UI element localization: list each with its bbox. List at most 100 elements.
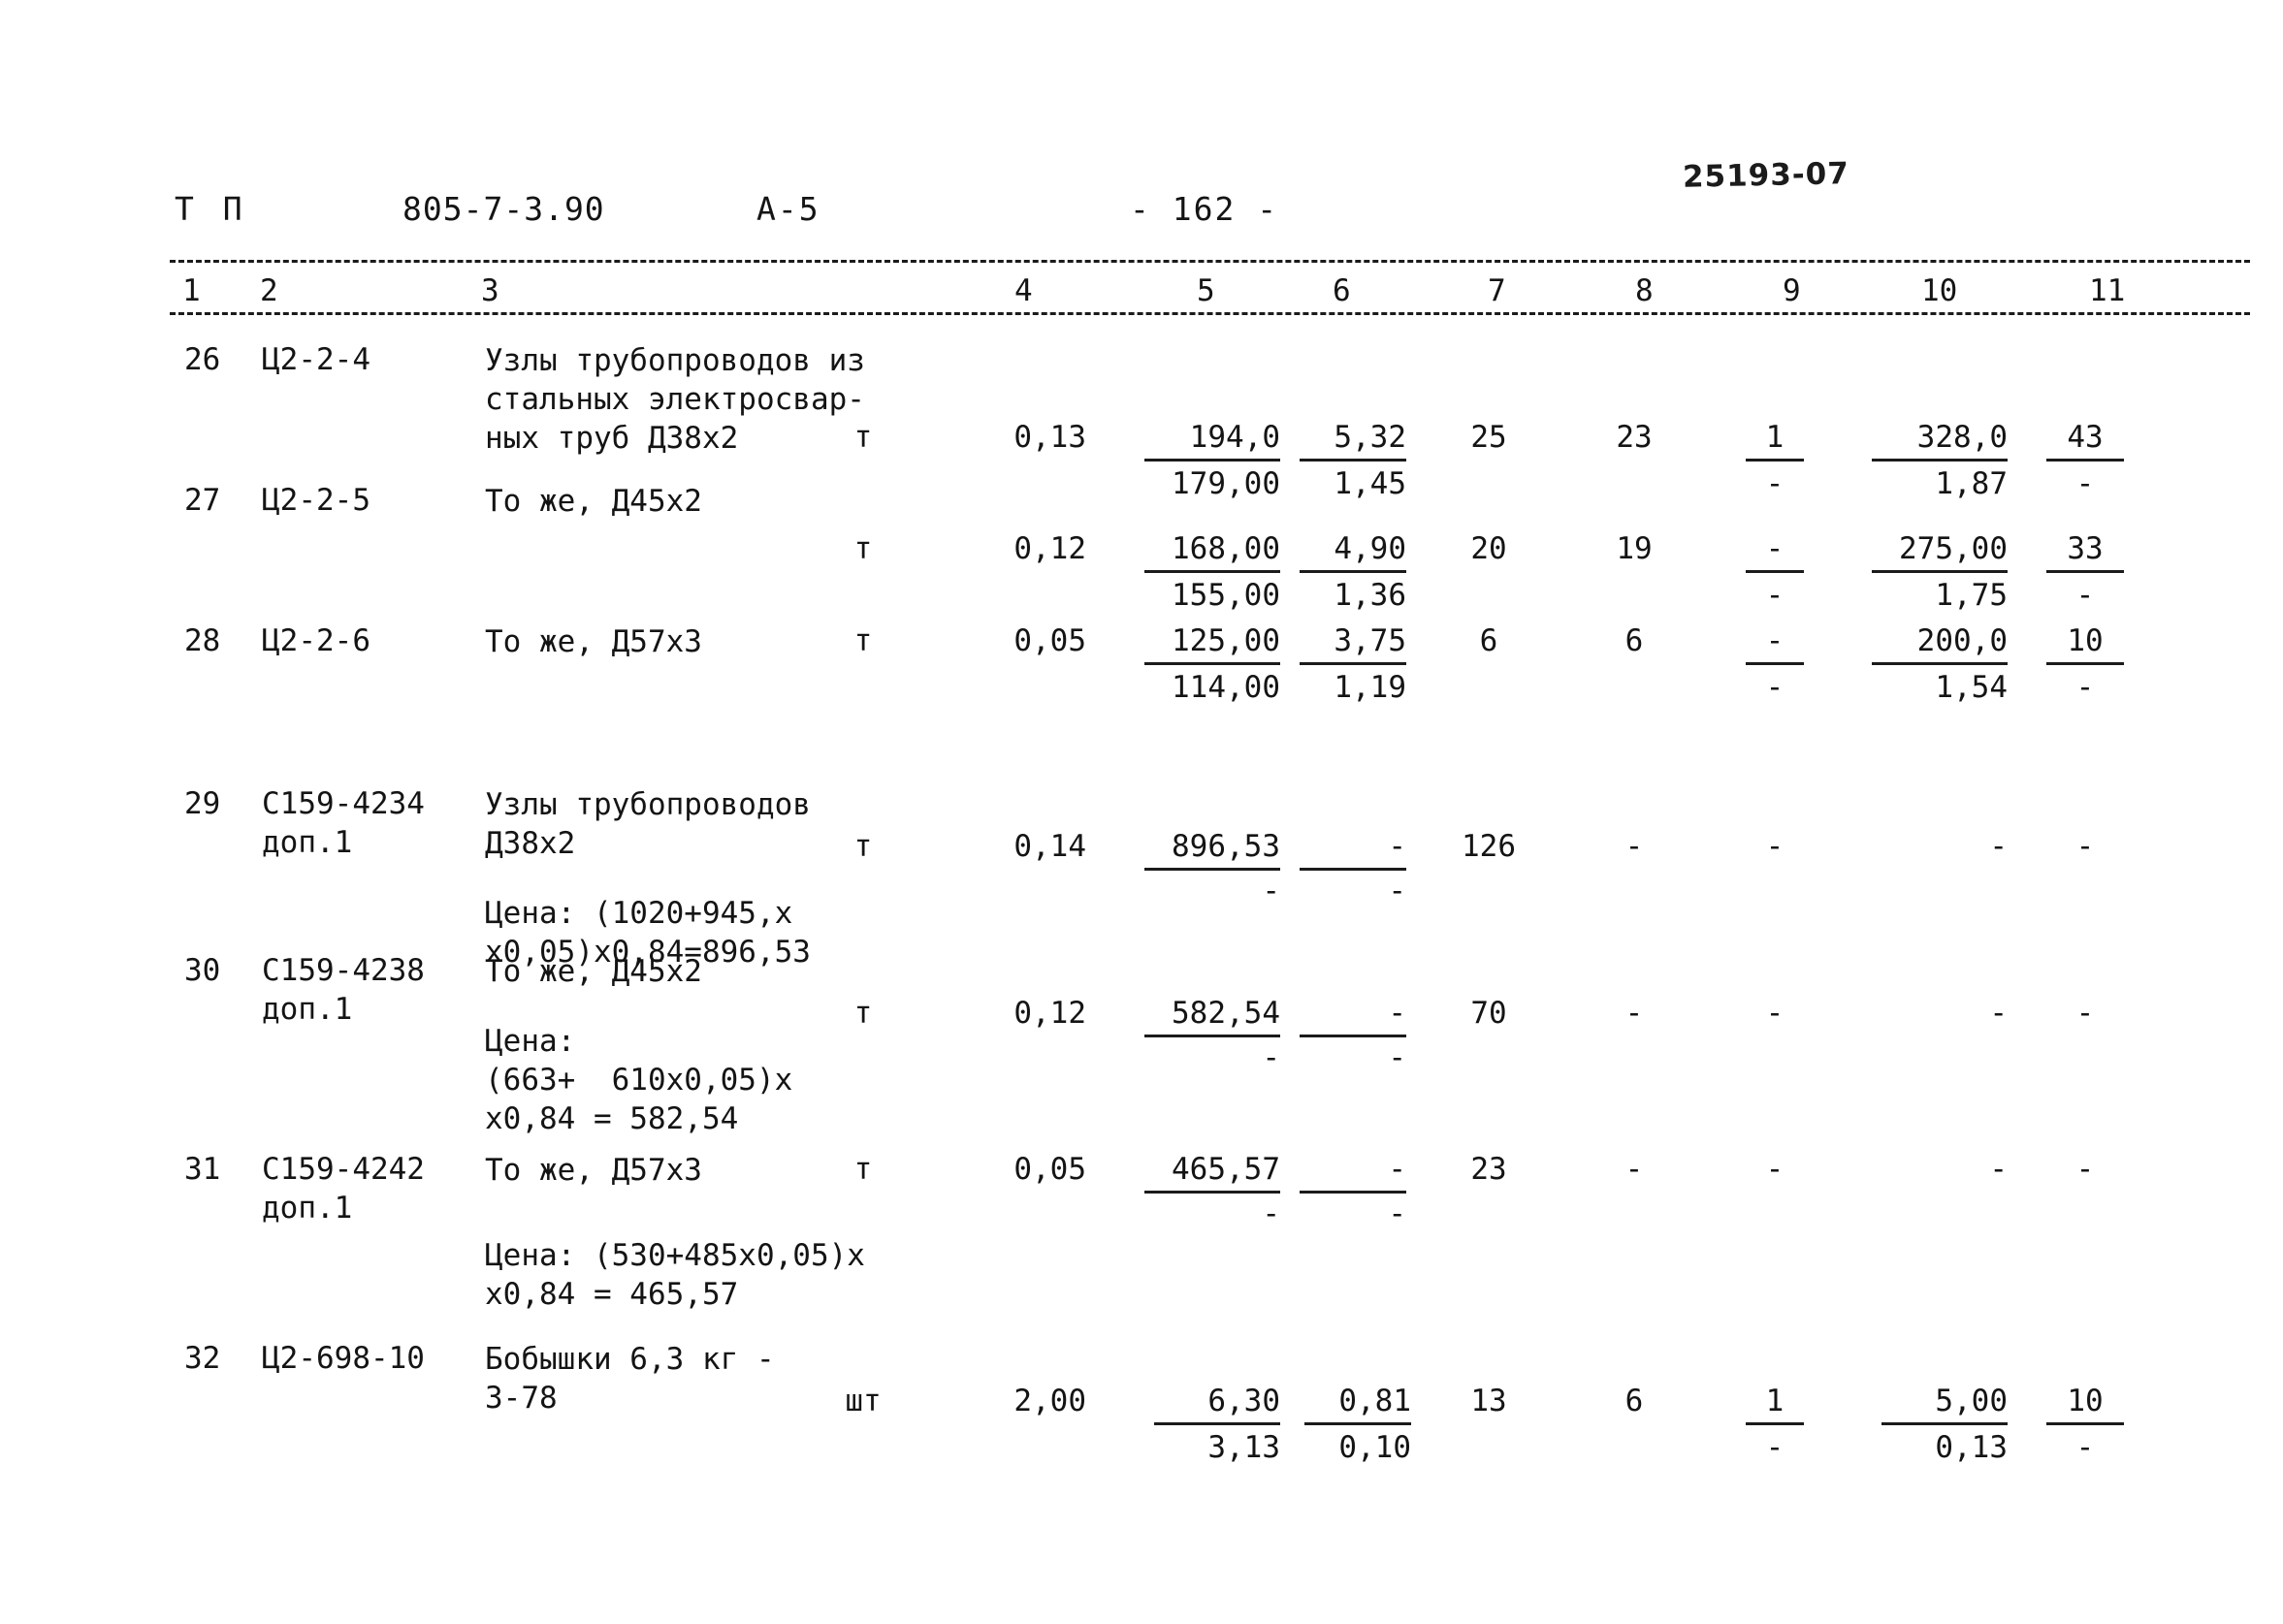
col10-top: - xyxy=(1989,829,2008,864)
column-number-row: 1 2 3 4 5 6 7 8 9 10 11 xyxy=(0,273,2283,312)
quantity: 0,12 xyxy=(1013,996,1086,1031)
price-formula-note: Цена: (663+ 610х0,05)х х0,84 = 582,54 xyxy=(485,1024,793,1136)
unit: т xyxy=(853,420,873,455)
col8-value: - xyxy=(1624,996,1644,1031)
col5-unit-price: 582,54 xyxy=(1144,995,1280,1037)
col6-unit-labor: 5,32 xyxy=(1300,419,1406,462)
row-number: 28 xyxy=(184,623,221,658)
col8-value: - xyxy=(1624,1152,1644,1187)
col11-top: 10 xyxy=(2046,1383,2124,1425)
col5-unit-price: 168,00 xyxy=(1144,530,1280,573)
unit: т xyxy=(853,996,873,1031)
col5-total-price: - xyxy=(1262,874,1280,908)
col10-top: - xyxy=(1989,1152,2008,1187)
column-number-10: 10 xyxy=(1915,273,1964,308)
col10-top: 275,00 xyxy=(1872,530,2008,573)
col7-value: 20 xyxy=(1470,531,1507,566)
quantity: 0,14 xyxy=(1013,829,1086,864)
col10-top: 5,00 xyxy=(1881,1383,2008,1425)
item-description: Бобышки 6,3 кг - 3-78 xyxy=(485,1342,775,1416)
table-row: 31 С159-4242 доп.1 То же, Д57х3 Цена: (5… xyxy=(0,1151,2283,1340)
quantity: 2,00 xyxy=(1013,1384,1086,1418)
row-number: 30 xyxy=(184,953,221,988)
column-number-8: 8 xyxy=(1629,273,1659,308)
col8-value: 23 xyxy=(1616,420,1653,455)
document-page: Т П 805-7-3.90 А-5 - 162 - 25193-07 1 2 … xyxy=(0,0,2283,1624)
col11-bottom: - xyxy=(2075,1430,2095,1465)
col5-total-price: - xyxy=(1262,1196,1280,1231)
archive-stamp: 25193-07 xyxy=(1682,156,1850,195)
table-row: 30 С159-4238 доп.1 То же, Д45х2 Цена: (6… xyxy=(0,952,2283,1151)
row-number: 32 xyxy=(184,1341,221,1376)
item-code: Ц2-2-6 xyxy=(262,623,370,658)
doc-code: 805-7-3.90 xyxy=(402,190,605,228)
col7-value: 126 xyxy=(1462,829,1516,864)
col6-total-labor: - xyxy=(1388,1040,1406,1075)
col11-top: - xyxy=(2075,1152,2095,1187)
col5-unit-price: 465,57 xyxy=(1144,1151,1280,1194)
col8-value: - xyxy=(1624,829,1644,864)
unit: т xyxy=(853,1152,873,1187)
column-number-9: 9 xyxy=(1777,273,1807,308)
table-row: 26 Ц2-2-4 Узлы трубопроводов из стальных… xyxy=(0,341,2283,501)
col10-top: - xyxy=(1989,996,2008,1031)
col11-top: 43 xyxy=(2046,419,2124,462)
column-number-7: 7 xyxy=(1482,273,1512,308)
item-code: Ц2-2-5 xyxy=(262,483,370,518)
price-formula-note: Цена: (530+485х0,05)х х0,84 = 465,57 xyxy=(485,1238,865,1312)
table-bottom-rule xyxy=(170,312,2250,315)
col9-top: - xyxy=(1765,1152,1785,1187)
col11-top: - xyxy=(2075,996,2095,1031)
col11-top: 10 xyxy=(2046,622,2124,665)
row-number: 27 xyxy=(184,483,221,518)
col9-top: - xyxy=(1765,829,1785,864)
col6-total-labor: - xyxy=(1388,1196,1406,1231)
col7-value: 23 xyxy=(1470,1152,1507,1187)
col5-unit-price: 125,00 xyxy=(1144,622,1280,665)
col8-value: 6 xyxy=(1624,1384,1644,1418)
row-number: 26 xyxy=(184,342,221,377)
column-number-5: 5 xyxy=(1191,273,1221,308)
column-number-2: 2 xyxy=(254,273,284,308)
unit: т xyxy=(853,531,873,566)
item-description: То же, Д45х2 xyxy=(485,954,702,989)
table-row: 32 Ц2-698-10 Бобышки 6,3 кг - 3-78 шт 2,… xyxy=(0,1340,2283,1495)
col10-bottom: 1,75 xyxy=(1935,578,2008,613)
column-number-11: 11 xyxy=(2083,273,2132,308)
col10-bottom: 0,13 xyxy=(1935,1430,2008,1465)
item-code: С159-4238 xyxy=(262,953,425,988)
col9-bottom: - xyxy=(1765,578,1785,613)
col9-top: 1 xyxy=(1746,1383,1804,1425)
col6-total-labor: 1,19 xyxy=(1334,670,1406,705)
col7-value: 70 xyxy=(1470,996,1507,1031)
sheet-label: А-5 xyxy=(756,190,820,228)
col5-unit-price: 6,30 xyxy=(1154,1383,1280,1425)
column-number-1: 1 xyxy=(177,273,207,308)
col5-total-price: - xyxy=(1262,1040,1280,1075)
row-number: 31 xyxy=(184,1152,221,1187)
table-body: 26 Ц2-2-4 Узлы трубопроводов из стальных… xyxy=(0,341,2283,1495)
col7-value: 13 xyxy=(1470,1384,1507,1418)
col5-unit-price: 896,53 xyxy=(1144,828,1280,871)
item-code-suffix: доп.1 xyxy=(262,992,353,1027)
col5-unit-price: 194,0 xyxy=(1144,419,1280,462)
col11-top: 33 xyxy=(2046,530,2124,573)
table-top-rule xyxy=(170,260,2250,263)
col6-unit-labor: - xyxy=(1300,995,1406,1037)
quantity: 0,13 xyxy=(1013,420,1086,455)
col9-bottom: - xyxy=(1765,670,1785,705)
col10-top: 200,0 xyxy=(1872,622,2008,665)
col5-total-price: 3,13 xyxy=(1207,1430,1280,1465)
table-row: 29 С159-4234 доп.1 Узлы трубопроводов Д3… xyxy=(0,758,2283,970)
col10-bottom: 1,54 xyxy=(1935,670,2008,705)
quantity: 0,12 xyxy=(1013,531,1086,566)
col8-value: 19 xyxy=(1616,531,1653,566)
col7-value: 6 xyxy=(1479,623,1498,658)
col6-unit-labor: 0,81 xyxy=(1304,1383,1411,1425)
col6-unit-labor: 4,90 xyxy=(1300,530,1406,573)
doc-type-label: Т П xyxy=(175,190,247,228)
col6-total-labor: - xyxy=(1388,874,1406,908)
quantity: 0,05 xyxy=(1013,623,1086,658)
col10-top: 328,0 xyxy=(1872,419,2008,462)
page-number: - 162 - xyxy=(1130,190,1279,228)
